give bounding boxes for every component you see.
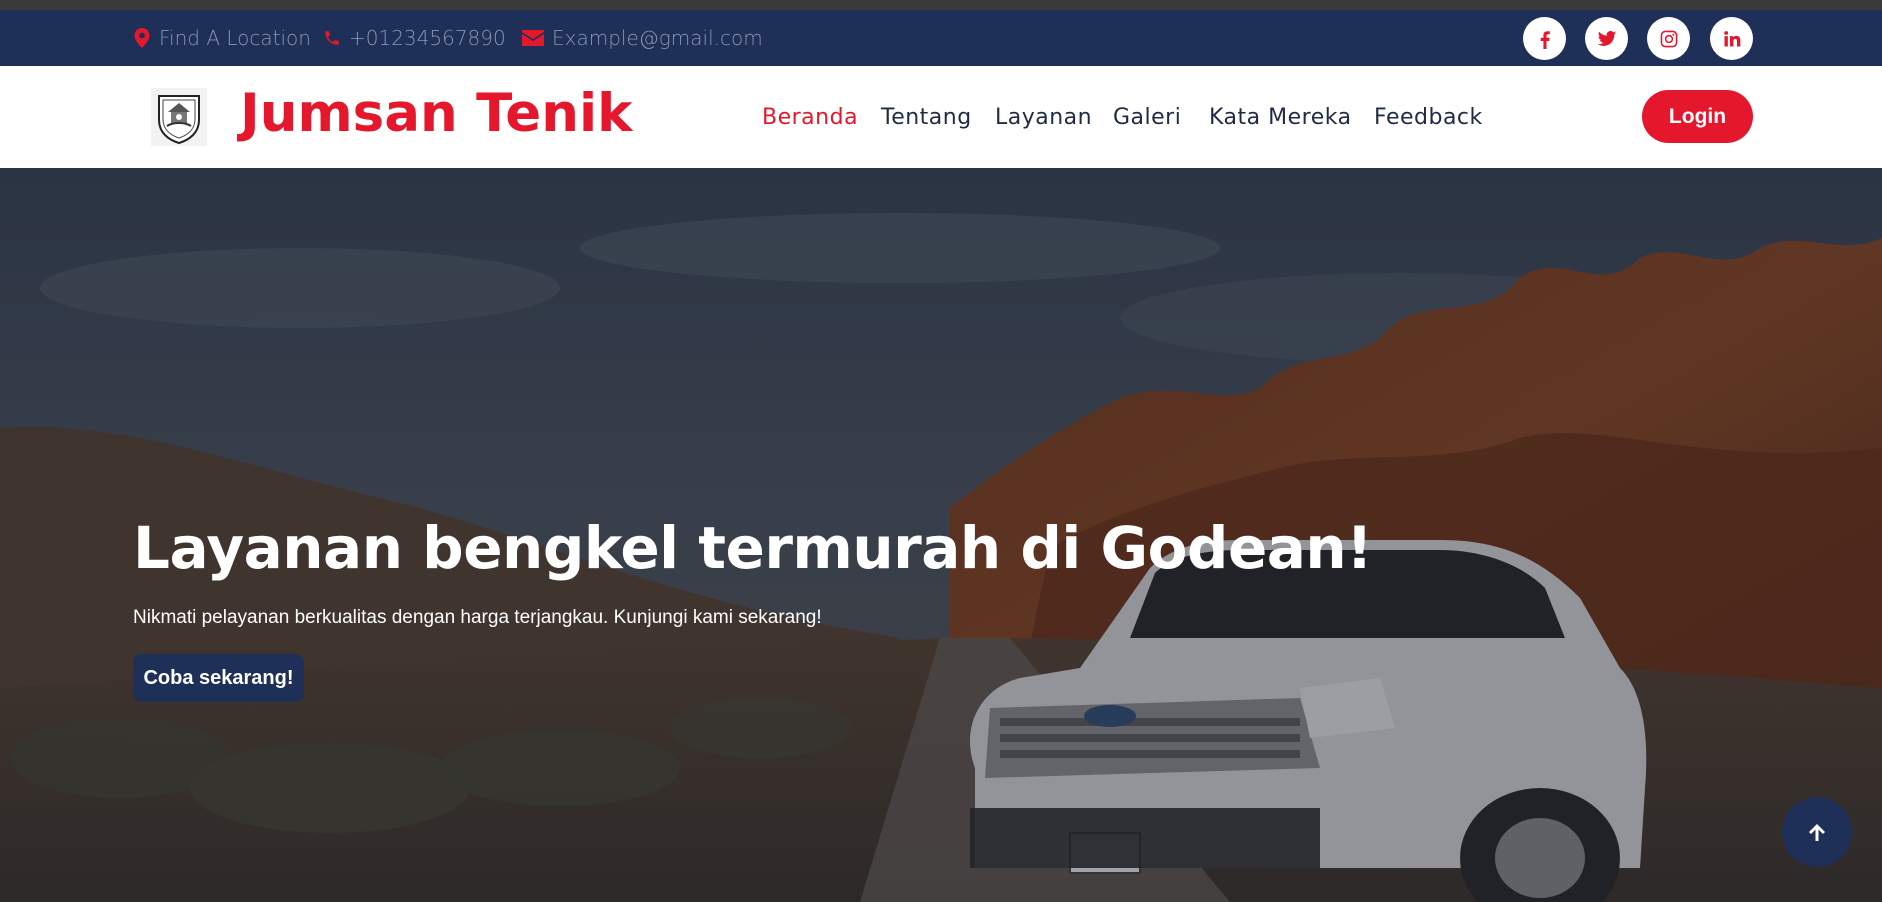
twitter-button[interactable] [1585, 17, 1628, 60]
emblem-logo [151, 88, 207, 146]
brand-logo[interactable] [135, 84, 223, 150]
brand-name[interactable]: Jumsan Tenik [240, 78, 632, 150]
linkedin-icon [1723, 30, 1740, 46]
nav-item-kata-mereka[interactable]: Kata Mereka [1209, 104, 1352, 132]
hero-section: Layanan bengkel termurah di Godean! Nikm… [0, 168, 1882, 902]
nav-item-layanan[interactable]: Layanan [995, 104, 1092, 132]
location-text: Find A Location [159, 26, 311, 50]
nav-item-tentang[interactable]: Tentang [881, 104, 972, 132]
nav-item-beranda[interactable]: Beranda [762, 104, 858, 132]
hero-subtitle: Nikmati pelayanan berkualitas dengan har… [133, 607, 822, 628]
hero-title: Layanan bengkel termurah di Godean! [133, 514, 1373, 582]
map-marker-icon [134, 28, 150, 48]
main-navbar: Jumsan Tenik Beranda Tentang Layanan Gal… [0, 66, 1882, 168]
phone-link[interactable]: +01234567890 [323, 10, 506, 66]
email-text: Example@gmail.com [552, 26, 763, 50]
try-now-button[interactable]: Coba sekarang! [133, 654, 304, 702]
phone-text: +01234567890 [349, 26, 506, 50]
twitter-icon [1597, 30, 1616, 46]
nav-item-galeri[interactable]: Galeri [1113, 104, 1181, 132]
envelope-icon [522, 30, 544, 46]
email-link[interactable]: Example@gmail.com [522, 10, 763, 66]
linkedin-button[interactable] [1710, 17, 1753, 60]
login-button[interactable]: Login [1642, 90, 1753, 143]
facebook-icon [1540, 30, 1550, 49]
nav-item-feedback[interactable]: Feedback [1374, 104, 1483, 132]
phone-icon [325, 31, 339, 45]
contact-topbar: Find A Location +01234567890 Example@gma… [0, 10, 1882, 66]
instagram-button[interactable] [1647, 17, 1690, 60]
facebook-button[interactable] [1523, 17, 1566, 60]
instagram-icon [1660, 30, 1677, 47]
browser-top-strip [0, 0, 1882, 10]
find-location-link[interactable]: Find A Location [133, 10, 311, 66]
arrow-up-icon [1809, 824, 1825, 841]
back-to-top-button[interactable] [1782, 797, 1852, 867]
